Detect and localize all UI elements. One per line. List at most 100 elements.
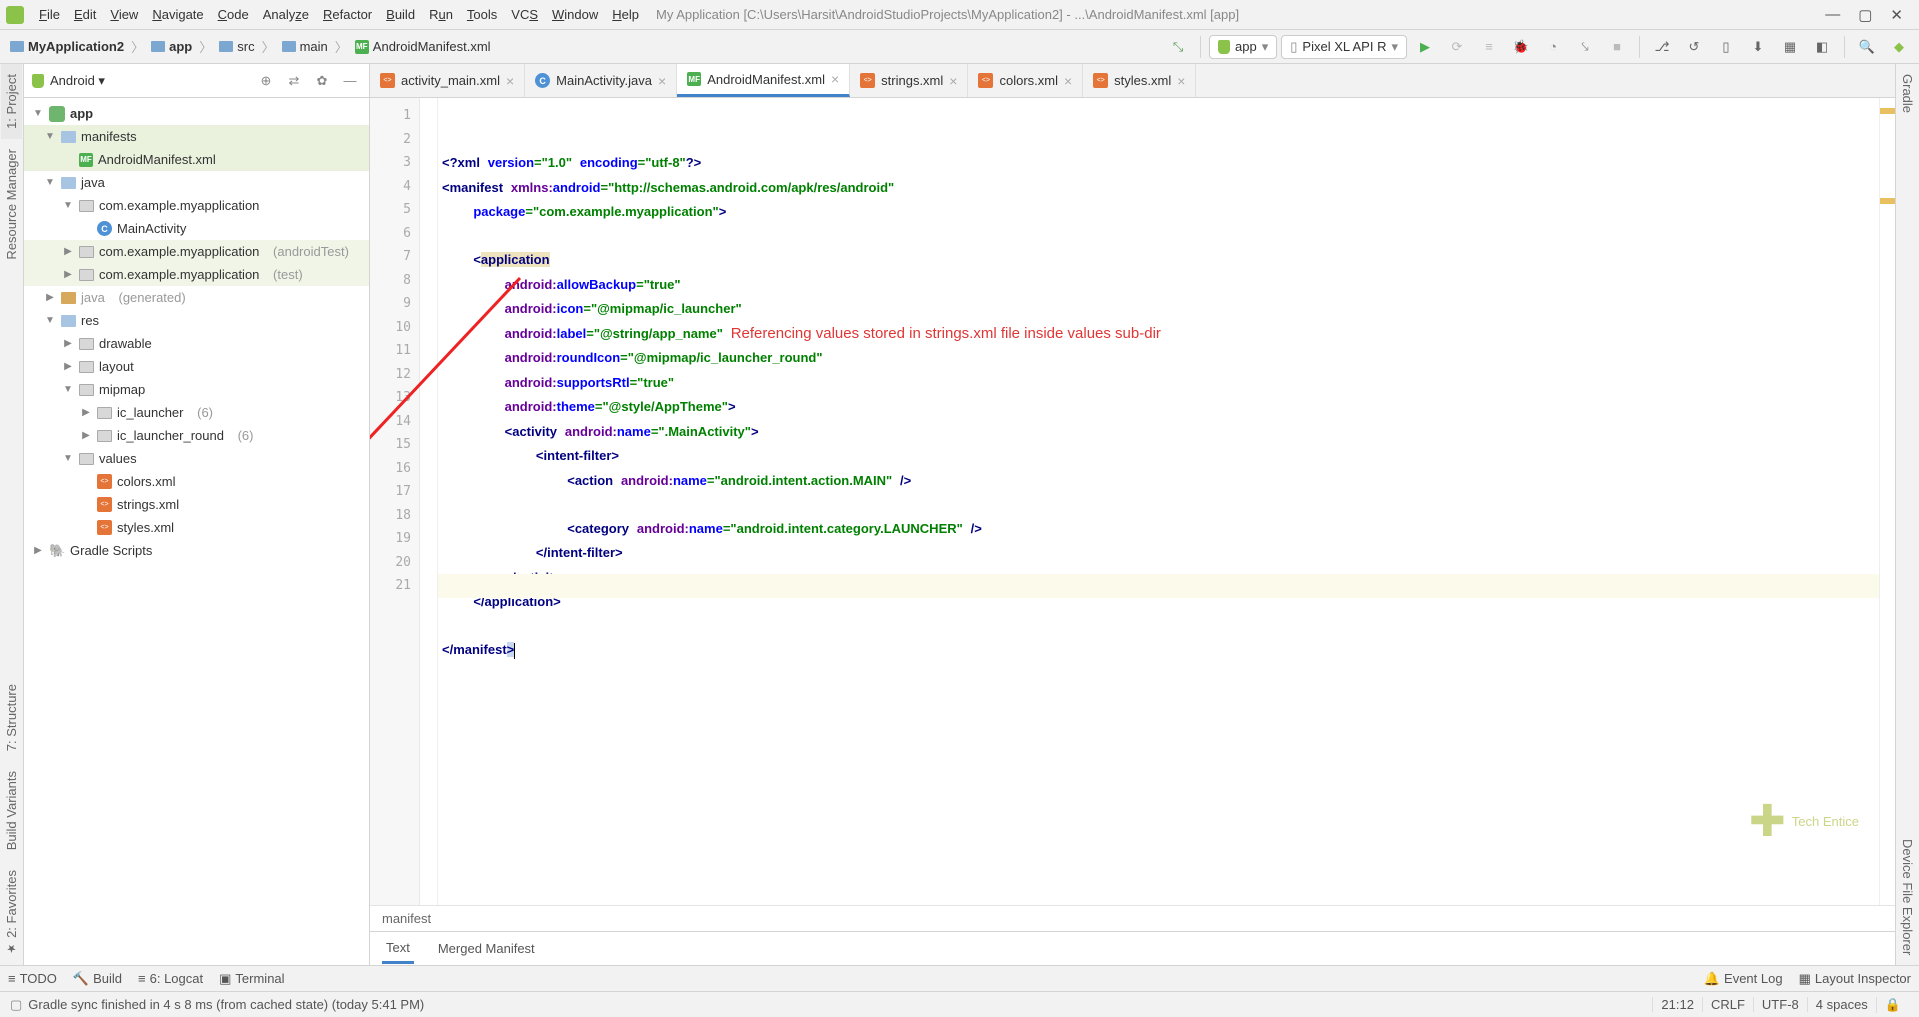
apply-code-button[interactable]: ≡ xyxy=(1475,33,1503,61)
tab-styles[interactable]: <>styles.xml× xyxy=(1083,64,1196,97)
menu-navigate[interactable]: Navigate xyxy=(145,7,210,22)
tree-node-java[interactable]: ▼java xyxy=(24,171,369,194)
attach-debugger-button[interactable]: ⤥ xyxy=(1571,33,1599,61)
menu-build[interactable]: Build xyxy=(379,7,422,22)
gradle-tool-tab[interactable]: Gradle xyxy=(1897,64,1918,123)
indent-setting[interactable]: 4 spaces xyxy=(1807,997,1876,1012)
minimap[interactable] xyxy=(1879,98,1895,905)
avd-manager-button[interactable]: ▯ xyxy=(1712,33,1740,61)
profile-button[interactable]: ◔ xyxy=(1539,33,1567,61)
tab-androidmanifest[interactable]: MFAndroidManifest.xml× xyxy=(677,64,850,97)
tree-node-manifests[interactable]: ▼manifests xyxy=(24,125,369,148)
menu-edit[interactable]: Edit xyxy=(67,7,103,22)
close-tab-icon[interactable]: × xyxy=(1064,73,1072,89)
tree-node-mipmap[interactable]: ▼mipmap xyxy=(24,378,369,401)
build-variants-tool-tab[interactable]: Build Variants xyxy=(1,761,22,860)
build-tool-tab[interactable]: 🔨 Build xyxy=(73,971,122,987)
close-tab-icon[interactable]: × xyxy=(506,73,514,89)
tree-node-java-gen[interactable]: ▶java (generated) xyxy=(24,286,369,309)
menu-help[interactable]: Help xyxy=(605,7,646,22)
code-editor[interactable]: 123456789101112131415161718192021 <?xml … xyxy=(370,98,1895,905)
expand-all-button[interactable]: ⇄ xyxy=(283,73,305,89)
menu-tools[interactable]: Tools xyxy=(460,7,504,22)
apply-changes-button[interactable]: ⟳ xyxy=(1443,33,1471,61)
breadcrumb[interactable]: MFAndroidManifest.xml xyxy=(351,37,495,56)
run-button[interactable]: ▶ xyxy=(1411,33,1439,61)
tree-node-ic-launcher[interactable]: ▶ic_launcher (6) xyxy=(24,401,369,424)
tree-node-manifest[interactable]: MFAndroidManifest.xml xyxy=(24,148,369,171)
tree-node-drawable[interactable]: ▶drawable xyxy=(24,332,369,355)
logcat-tool-tab[interactable]: ≡ 6: Logcat xyxy=(138,971,203,986)
tree-node-values[interactable]: ▼values xyxy=(24,447,369,470)
run-config-selector[interactable]: app▾ xyxy=(1209,35,1277,59)
device-selector[interactable]: ▯Pixel XL API R▾ xyxy=(1281,35,1407,59)
hide-panel-button[interactable]: — xyxy=(339,73,361,88)
lock-icon[interactable]: 🔒 xyxy=(1876,997,1909,1013)
tree-node-ic-launcher-round[interactable]: ▶ic_launcher_round (6) xyxy=(24,424,369,447)
tree-node-mainactivity[interactable]: CMainActivity xyxy=(24,217,369,240)
tab-mainactivity[interactable]: CMainActivity.java× xyxy=(525,64,677,97)
menu-code[interactable]: Code xyxy=(211,7,256,22)
close-tab-icon[interactable]: × xyxy=(831,71,839,87)
tree-node-layout[interactable]: ▶layout xyxy=(24,355,369,378)
close-tab-icon[interactable]: × xyxy=(1177,73,1185,89)
close-tab-icon[interactable]: × xyxy=(949,73,957,89)
device-explorer-tool-tab[interactable]: Device File Explorer xyxy=(1897,829,1918,965)
breadcrumb[interactable]: src xyxy=(215,37,258,56)
tree-node-styles-xml[interactable]: <>styles.xml xyxy=(24,516,369,539)
tree-node-res[interactable]: ▼res xyxy=(24,309,369,332)
todo-tool-tab[interactable]: ≡ TODO xyxy=(8,971,57,986)
structure-tool-tab[interactable]: 7: Structure xyxy=(1,674,22,761)
resource-manager-button[interactable]: ▦ xyxy=(1776,33,1804,61)
project-structure-button[interactable]: ◧ xyxy=(1808,33,1836,61)
menu-analyze[interactable]: Analyze xyxy=(256,7,316,22)
vcs-button[interactable]: ⎇ xyxy=(1648,33,1676,61)
stop-button[interactable]: ■ xyxy=(1603,33,1631,61)
sdk-manager-button[interactable]: ⬇ xyxy=(1744,33,1772,61)
tab-strings[interactable]: <>strings.xml× xyxy=(850,64,968,97)
assistant-button[interactable]: ◆ xyxy=(1885,33,1913,61)
maximize-icon[interactable]: ▢ xyxy=(1858,6,1872,24)
tree-node-package[interactable]: ▶com.example.myapplication (androidTest) xyxy=(24,240,369,263)
event-log-tool-tab[interactable]: 🔔 Event Log xyxy=(1704,971,1783,987)
tree-node-gradle-scripts[interactable]: ▶🐘Gradle Scripts xyxy=(24,539,369,562)
menu-file[interactable]: File xyxy=(32,7,67,22)
breadcrumb[interactable]: MyApplication2 xyxy=(6,37,128,56)
tab-activity-main[interactable]: <>activity_main.xml× xyxy=(370,64,525,97)
editor-breadcrumb[interactable]: manifest xyxy=(370,905,1895,931)
favorites-tool-tab[interactable]: ★ 2: Favorites xyxy=(1,860,22,965)
tree-node-app[interactable]: ▼app xyxy=(24,102,369,125)
menu-run[interactable]: Run xyxy=(422,7,460,22)
caret-position[interactable]: 21:12 xyxy=(1652,997,1702,1012)
fold-gutter[interactable] xyxy=(420,98,438,905)
tree-node-colors-xml[interactable]: <>colors.xml xyxy=(24,470,369,493)
breadcrumb[interactable]: app xyxy=(147,37,196,56)
menu-view[interactable]: View xyxy=(103,7,145,22)
code-content[interactable]: <?xml version="1.0" encoding="utf-8"?> <… xyxy=(438,98,1879,905)
search-everywhere-button[interactable]: 🔍 xyxy=(1853,33,1881,61)
tree-node-package[interactable]: ▼com.example.myapplication xyxy=(24,194,369,217)
locate-button[interactable]: ⊕ xyxy=(255,73,277,89)
close-tab-icon[interactable]: × xyxy=(658,73,666,89)
menu-vcs[interactable]: VCS xyxy=(504,7,545,22)
history-button[interactable]: ↺ xyxy=(1680,33,1708,61)
tool-windows-icon[interactable]: ▢ xyxy=(10,997,22,1013)
tab-text[interactable]: Text xyxy=(382,934,414,964)
menu-window[interactable]: Window xyxy=(545,7,605,22)
close-icon[interactable]: ✕ xyxy=(1890,6,1903,24)
settings-icon[interactable]: ✿ xyxy=(311,73,333,89)
project-tool-tab[interactable]: 1: Project xyxy=(1,64,22,139)
resource-manager-tool-tab[interactable]: Resource Manager xyxy=(1,139,22,270)
line-separator[interactable]: CRLF xyxy=(1702,997,1753,1012)
tree-node-package[interactable]: ▶com.example.myapplication (test) xyxy=(24,263,369,286)
menu-refactor[interactable]: Refactor xyxy=(316,7,379,22)
terminal-tool-tab[interactable]: ▣ Terminal xyxy=(219,971,284,987)
tab-merged-manifest[interactable]: Merged Manifest xyxy=(434,935,539,962)
layout-inspector-tool-tab[interactable]: ▦ Layout Inspector xyxy=(1799,971,1911,987)
tab-colors[interactable]: <>colors.xml× xyxy=(968,64,1083,97)
minimize-icon[interactable]: — xyxy=(1825,6,1840,24)
file-encoding[interactable]: UTF-8 xyxy=(1753,997,1807,1012)
tree-node-strings-xml[interactable]: <>strings.xml xyxy=(24,493,369,516)
debug-button[interactable]: 🐞 xyxy=(1507,33,1535,61)
sync-gradle-button[interactable]: ⤡ xyxy=(1164,33,1192,61)
